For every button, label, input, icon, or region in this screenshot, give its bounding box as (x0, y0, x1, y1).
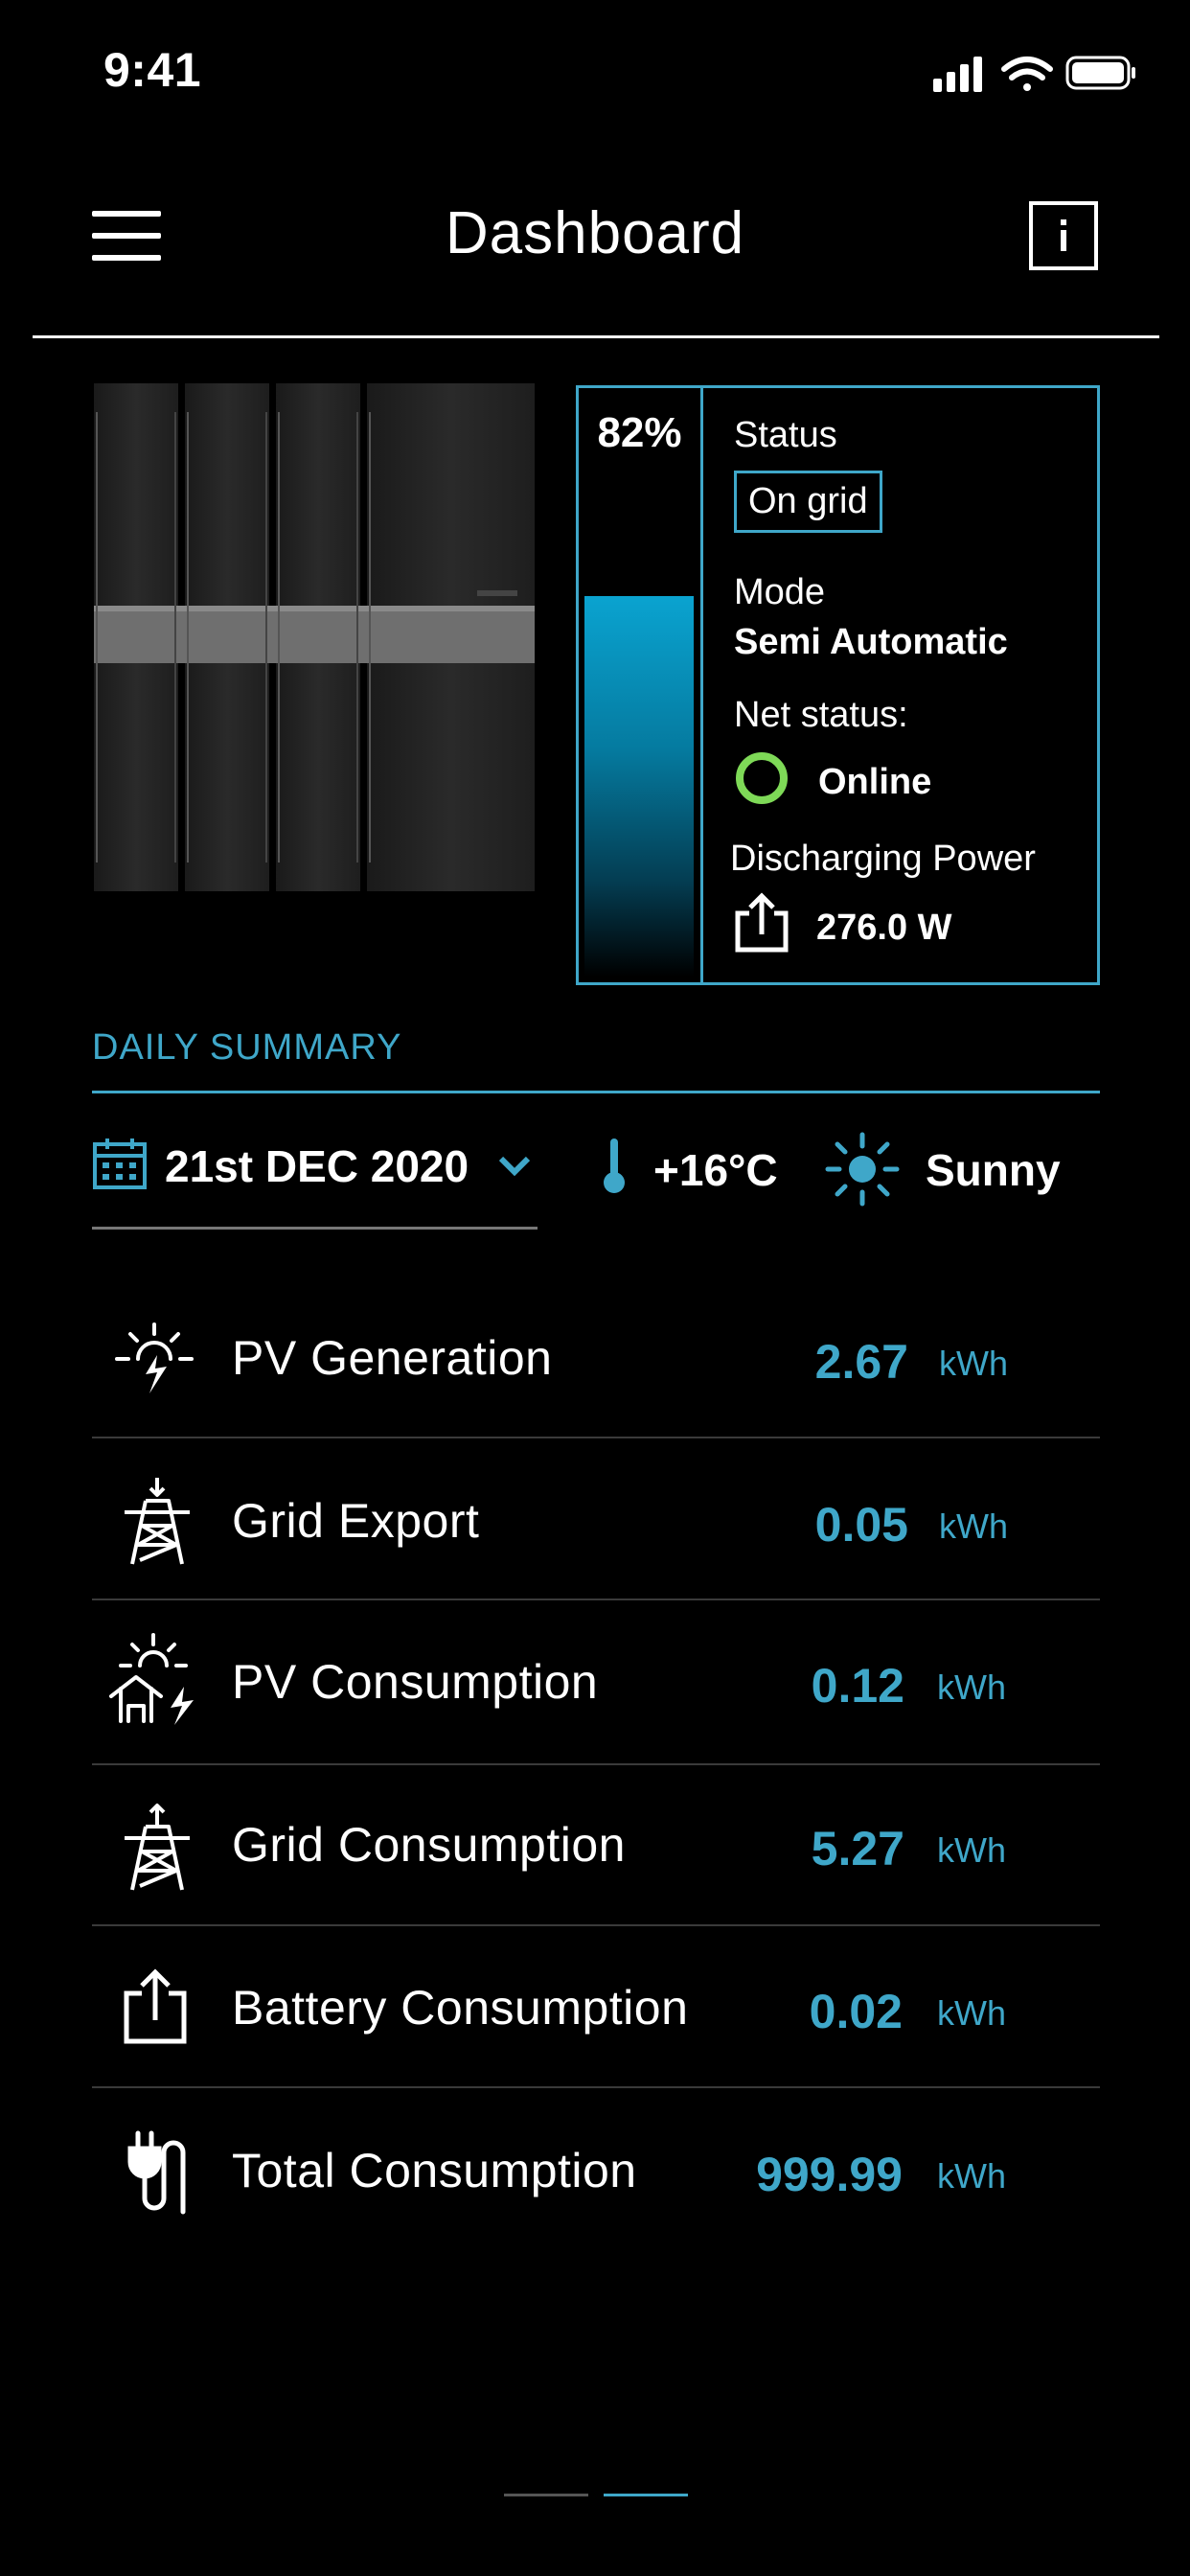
row-divider (92, 1763, 1100, 1765)
row-unit-grid-consumption: kWh (937, 1830, 1006, 1870)
row-label-pv-generation: PV Generation (232, 1331, 553, 1385)
pylon-down-icon (119, 1476, 195, 1568)
page-indicator-2-active[interactable] (604, 2494, 688, 2496)
pylon-up-icon (119, 1802, 195, 1894)
thermometer-icon (600, 1135, 629, 1196)
online-indicator-icon (734, 750, 790, 806)
page-indicator-1[interactable] (504, 2494, 588, 2496)
date-picker-value[interactable]: 21st DEC 2020 (165, 1140, 469, 1192)
battery-unit-image (94, 383, 535, 891)
net-status-label: Net status: (734, 695, 908, 735)
status-label: Status (734, 415, 837, 455)
export-icon (734, 892, 790, 954)
discharging-power-value: 276.0 W (816, 908, 952, 948)
solar-house-icon (107, 1633, 199, 1729)
daily-summary-divider (92, 1091, 1100, 1093)
row-value-total-consumption: 999.99 (756, 2148, 903, 2201)
daily-summary-title: DAILY SUMMARY (92, 1027, 402, 1068)
mode-label: Mode (734, 572, 826, 612)
info-icon (1061, 219, 1066, 251)
charge-gauge-fill (584, 596, 694, 977)
battery-status-panel: 82% Status On grid Mode Semi Automatic N… (576, 385, 1100, 985)
row-unit-pv-generation: kWh (939, 1344, 1008, 1383)
sun-icon (824, 1131, 901, 1208)
row-label-grid-consumption: Grid Consumption (232, 1818, 626, 1872)
header-divider (33, 335, 1159, 338)
row-divider (92, 2086, 1100, 2088)
date-picker-underline (92, 1227, 538, 1230)
cellular-signal-icon (933, 57, 982, 92)
mode-value: Semi Automatic (734, 622, 1008, 662)
row-unit-grid-export: kWh (939, 1506, 1008, 1546)
row-unit-pv-consumption: kWh (937, 1668, 1006, 1707)
row-label-pv-consumption: PV Consumption (232, 1655, 599, 1709)
row-value-pv-consumption: 0.12 (811, 1659, 904, 1713)
row-value-grid-export: 0.05 (814, 1498, 908, 1552)
temperature-value: +16°C (653, 1145, 778, 1195)
charge-percent: 82% (597, 409, 682, 456)
row-value-grid-consumption: 5.27 (811, 1822, 904, 1875)
status-bar-icons (927, 52, 1138, 94)
weather-value: Sunny (926, 1145, 1061, 1195)
solar-bolt-icon (113, 1321, 195, 1397)
battery-icon (1065, 56, 1135, 90)
row-label-total-consumption: Total Consumption (232, 2144, 637, 2197)
row-divider (92, 1598, 1100, 1600)
row-divider (92, 1437, 1100, 1438)
row-unit-total-consumption: kWh (937, 2156, 1006, 2196)
charge-gauge: 82% (579, 388, 703, 982)
status-bar-time: 9:41 (103, 43, 202, 97)
chevron-down-icon[interactable] (498, 1156, 531, 1177)
page-title: Dashboard (445, 200, 745, 266)
net-status-value: Online (818, 762, 932, 802)
row-value-pv-generation: 2.67 (814, 1335, 908, 1389)
discharging-power-label: Discharging Power (730, 839, 1036, 879)
plug-icon (126, 2129, 188, 2216)
row-label-grid-export: Grid Export (232, 1494, 480, 1548)
status-badge: On grid (734, 471, 882, 533)
row-value-battery-consumption: 0.02 (809, 1985, 903, 2038)
calendar-icon[interactable] (92, 1137, 148, 1190)
row-divider (92, 1924, 1100, 1926)
wifi-icon (1001, 57, 1053, 91)
row-unit-battery-consumption: kWh (937, 1993, 1006, 2033)
row-label-battery-consumption: Battery Consumption (232, 1981, 689, 2035)
info-button[interactable] (1029, 201, 1098, 270)
export-icon (123, 1966, 188, 2045)
charge-gauge-track (584, 513, 694, 977)
